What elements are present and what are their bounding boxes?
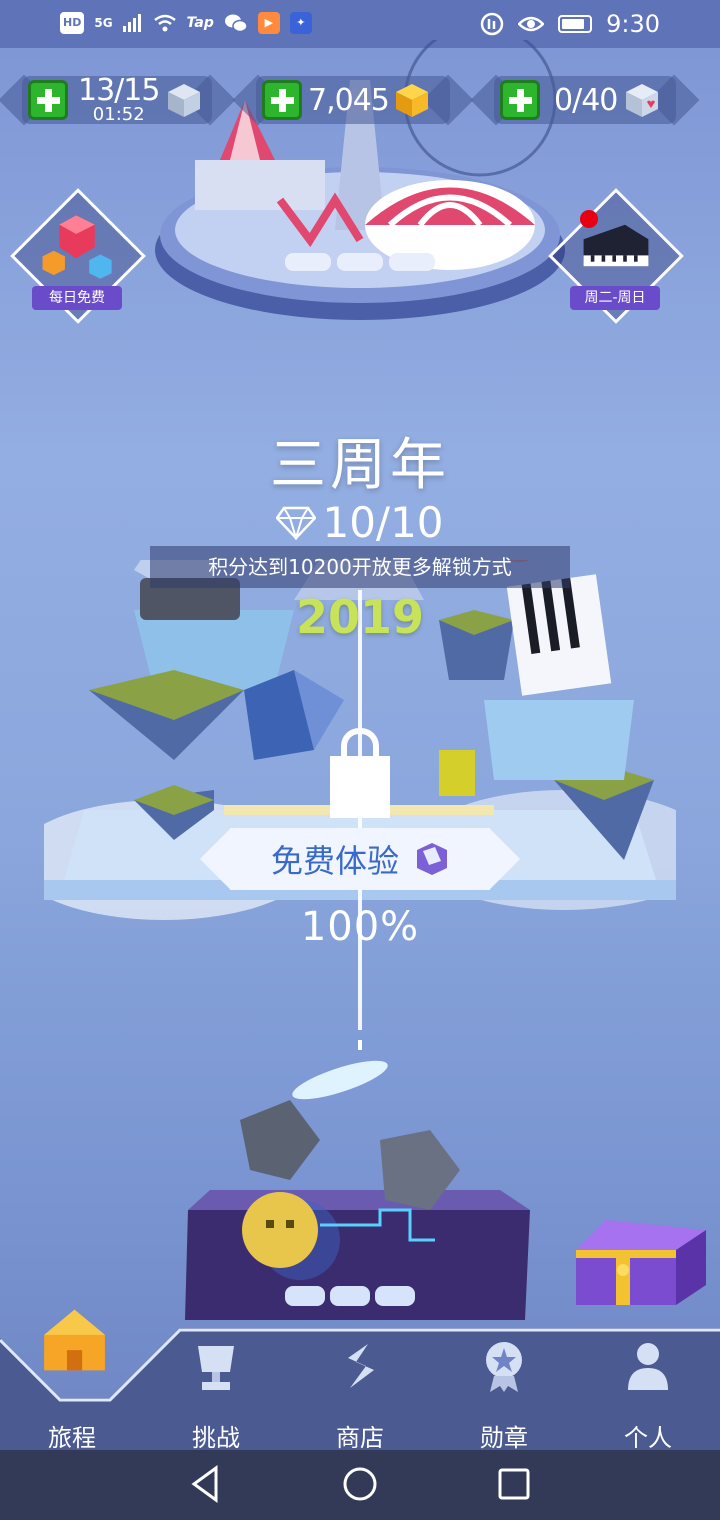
notification-dot (580, 210, 598, 228)
hearts-value: 0/40 (554, 82, 618, 118)
data-saver-icon (480, 12, 504, 36)
add-gold-button[interactable] (262, 80, 302, 120)
energy-resource-bar: 13/15 01:52 (22, 76, 212, 124)
signal-icon (122, 14, 141, 32)
gold-cube-icon (395, 84, 428, 117)
crystal-cube-icon (168, 84, 201, 117)
nav-profile[interactable]: 个人 (576, 1318, 720, 1452)
add-energy-button[interactable] (28, 80, 68, 120)
nav-challenge[interactable]: 挑战 (144, 1318, 288, 1452)
nav-journey-label: 旅程 (48, 1424, 96, 1452)
wechat-icon (224, 14, 248, 33)
weekday-piano-badge[interactable]: 周二-周日 (548, 188, 684, 324)
nav-journey[interactable]: 旅程 (0, 1309, 144, 1452)
free-trial-button[interactable]: 免费体验 (230, 828, 490, 890)
video-app-icon: ▶ (257, 12, 280, 34)
treasure-chest-icon[interactable] (566, 1210, 716, 1310)
nav-profile-label: 个人 (624, 1424, 672, 1452)
battery-icon (558, 15, 593, 33)
gem-count: 10/10 (322, 498, 444, 547)
person-icon (628, 1343, 668, 1390)
level-progress: 100% (300, 904, 420, 950)
unlock-hint: 积分达到10200开放更多解锁方式 (150, 546, 570, 588)
trophy-icon (198, 1346, 234, 1390)
bulb-app-icon: ✦ (289, 12, 312, 34)
eye-icon (518, 16, 545, 32)
daily-free-badge[interactable]: 每日免费 (10, 188, 146, 324)
hearts-resource-bar: 0/40 (494, 76, 676, 124)
energy-timer: 01:52 (92, 104, 145, 125)
wifi-icon (153, 14, 176, 32)
free-trial-label: 免费体验 (270, 842, 399, 880)
nav-shop-label: 商店 (336, 1424, 384, 1452)
gold-value: 7,045 (308, 82, 390, 118)
lock-icon[interactable] (330, 756, 390, 818)
nav-shop[interactable]: 商店 (288, 1318, 432, 1452)
heart-cube-icon (626, 84, 659, 117)
level-year: 2019 (295, 590, 425, 644)
weekday-label: 周二-周日 (570, 286, 660, 310)
gem-counter: 10/10 (0, 498, 720, 547)
level-title: 三周年 (270, 433, 450, 498)
home-icon[interactable] (340, 1464, 380, 1504)
shop-icon (348, 1344, 374, 1388)
recents-icon[interactable] (494, 1464, 534, 1504)
hd-badge: HD (60, 12, 85, 34)
nav-medal-label: 勋章 (480, 1424, 528, 1452)
nav-challenge-label: 挑战 (192, 1424, 240, 1452)
bottom-nav: 旅程 挑战 商店 勋章 个人 (0, 1309, 720, 1452)
system-nav-bar (0, 1450, 720, 1520)
diamond-icon (276, 506, 317, 540)
gold-resource-bar: 7,045 (256, 76, 450, 124)
daily-free-label: 每日免费 (32, 286, 122, 310)
clock: 9:30 (606, 10, 660, 38)
medal-icon (486, 1342, 522, 1392)
signal-5g-badge: 5G (94, 16, 113, 30)
status-bar-right: 9:30 (480, 10, 660, 38)
taptap-badge: Tap (186, 15, 214, 31)
balloon-gems-icon (42, 215, 112, 279)
house-icon (44, 1309, 105, 1371)
back-icon[interactable] (186, 1464, 226, 1504)
ticket-cube-icon (417, 843, 447, 875)
status-bar-left: HD 5G Tap ▶ ✦ (60, 12, 312, 34)
nav-medal[interactable]: 勋章 (432, 1318, 576, 1452)
add-hearts-button[interactable] (500, 80, 540, 120)
space-stage-illustration (185, 1040, 530, 1320)
energy-value: 13/15 (78, 73, 160, 108)
